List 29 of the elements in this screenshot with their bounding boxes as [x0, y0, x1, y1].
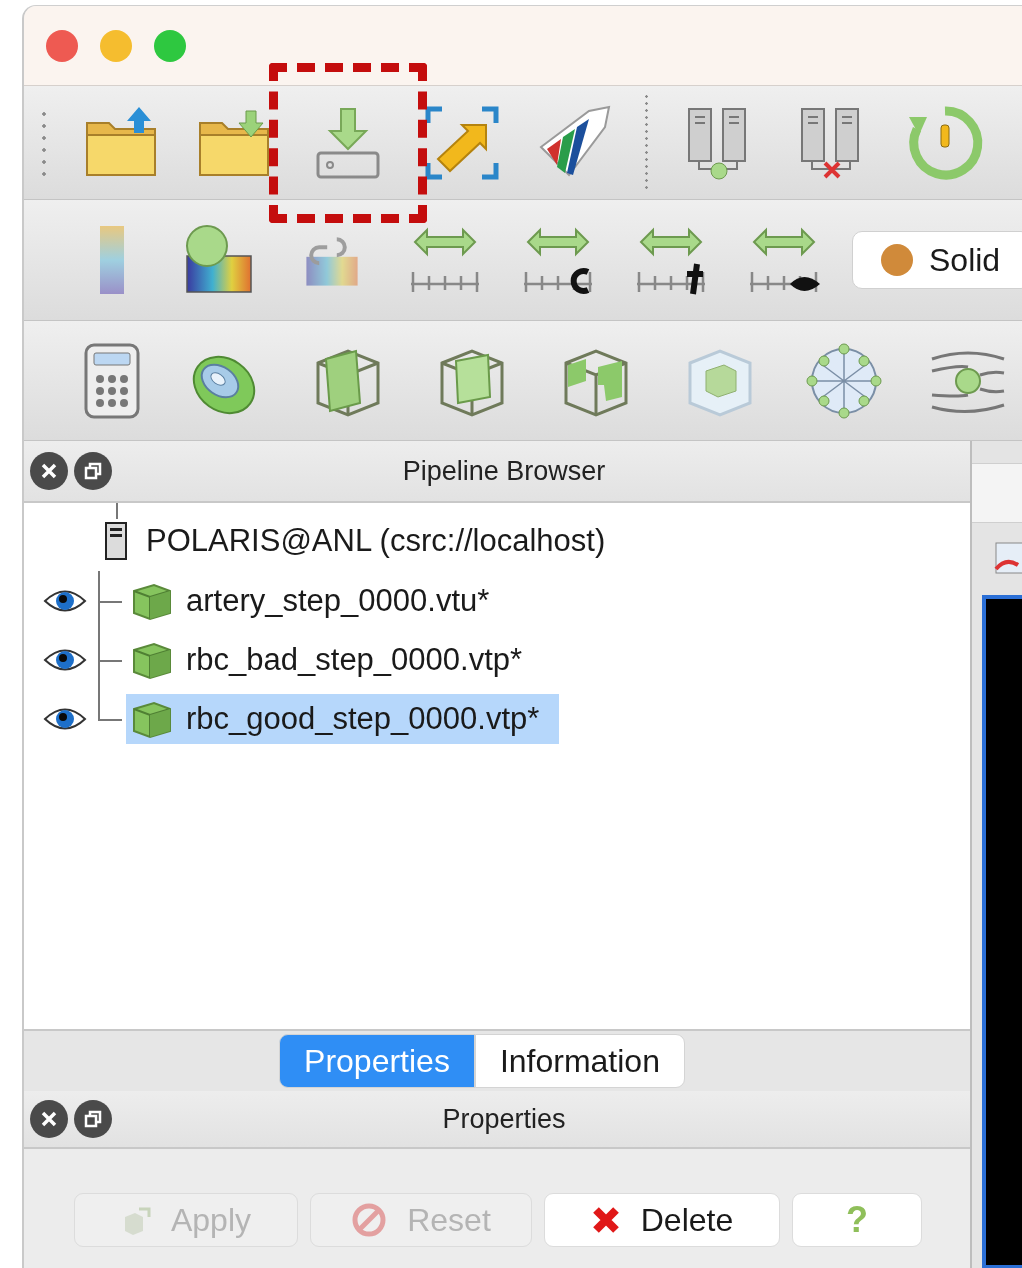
pipeline-item[interactable]: rbc_good_step_0000.vtp*: [126, 693, 560, 744]
close-button[interactable]: [30, 452, 68, 490]
server-icon: [104, 522, 128, 560]
panel-title: Pipeline Browser: [401, 455, 607, 487]
close-window-button[interactable]: [46, 29, 78, 62]
float-icon: [83, 1109, 103, 1129]
no-entry-icon: [351, 1202, 388, 1238]
panel-title: Properties: [441, 1103, 567, 1135]
float-button[interactable]: [74, 1100, 112, 1138]
close-button[interactable]: [30, 1100, 68, 1138]
pipeline-item-label: artery_step_0000.vtu*: [186, 582, 490, 619]
glyph-sphere-icon: [804, 340, 884, 421]
zoom-window-button[interactable]: [154, 29, 186, 62]
float-button[interactable]: [74, 452, 112, 490]
server-label: POLARIS@ANL (csrc://localhost): [146, 523, 606, 559]
delete-button[interactable]: Delete: [544, 1193, 780, 1247]
pipeline-item-label: rbc_bad_step_0000.vtp*: [186, 641, 523, 678]
close-icon: [39, 461, 59, 481]
pipeline-item-label: rbc_good_step_0000.vtp*: [186, 700, 540, 737]
view-tab-strip: [972, 463, 1022, 523]
close-icon: [39, 1109, 59, 1129]
float-icon: [83, 461, 103, 481]
representation-dropdown[interactable]: Solid: [852, 231, 1022, 289]
panel-tab[interactable]: Information: [474, 1034, 685, 1088]
cross-icon: [590, 1205, 621, 1235]
render-view[interactable]: [982, 595, 1022, 1268]
pipeline-item[interactable]: rbc_bad_step_0000.vtp*: [126, 634, 543, 685]
solid-dot-icon: [881, 244, 913, 276]
pipeline-item[interactable]: artery_step_0000.vtu*: [126, 575, 510, 626]
